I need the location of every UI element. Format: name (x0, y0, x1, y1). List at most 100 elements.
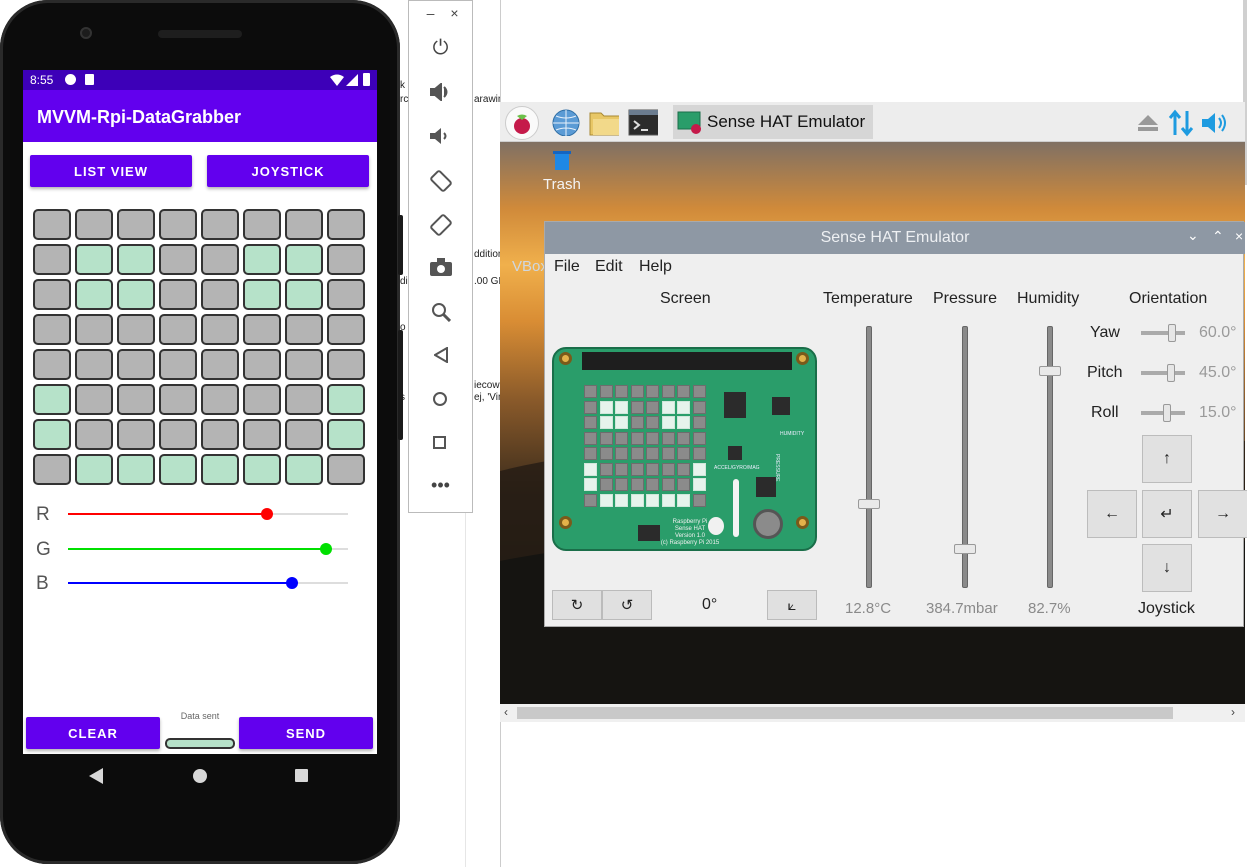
file-manager-icon[interactable] (589, 108, 619, 136)
scroll-right-icon[interactable]: › (1231, 705, 1235, 719)
sense-hat-title-bar[interactable]: Sense HAT Emulator ⌄ ⌃ × (545, 222, 1245, 254)
led-cell[interactable] (201, 279, 239, 310)
led-cell[interactable] (33, 384, 71, 415)
taskbar-sense-hat-window[interactable]: Sense HAT Emulator (673, 105, 873, 139)
window-maximize-icon[interactable]: ⌃ (1212, 228, 1224, 245)
pitch-slider[interactable] (1141, 362, 1189, 384)
led-cell[interactable] (285, 279, 323, 310)
led-cell[interactable] (117, 314, 155, 345)
orientation-thumb[interactable] (1168, 324, 1177, 342)
eject-icon[interactable] (1138, 115, 1158, 131)
yaw-slider[interactable] (1141, 322, 1189, 344)
rotate-clockwise-button[interactable]: ↻ (552, 590, 602, 620)
vertical-thumb[interactable] (1039, 366, 1061, 376)
led-cell[interactable] (201, 454, 239, 485)
window-close-icon[interactable]: × (1235, 228, 1243, 244)
recents-nav-icon[interactable] (295, 769, 308, 782)
slider-thumb[interactable] (286, 577, 298, 589)
roll-slider[interactable] (1141, 402, 1189, 424)
humidity-slider[interactable] (1039, 326, 1061, 588)
volume-hardware-button[interactable] (398, 330, 403, 440)
joystick-button[interactable]: JOYSTICK (207, 155, 369, 187)
slider-thumb[interactable] (260, 508, 273, 520)
led-cell[interactable] (201, 419, 239, 450)
network-icon[interactable] (1168, 109, 1194, 137)
temperature-slider[interactable] (858, 326, 880, 588)
led-cell[interactable] (159, 419, 197, 450)
rotate-counterclockwise-button[interactable]: ↺ (602, 590, 652, 620)
led-cell[interactable] (159, 244, 197, 275)
led-cell[interactable] (201, 349, 239, 380)
led-cell[interactable] (75, 349, 113, 380)
joystick-enter-button[interactable]: ↵ (1142, 490, 1192, 538)
led-cell[interactable] (243, 419, 281, 450)
joystick-left-button[interactable]: ← (1087, 490, 1137, 538)
clear-button[interactable]: CLEAR (26, 717, 160, 749)
led-cell[interactable] (243, 384, 281, 415)
rotate-left-icon[interactable] (429, 169, 453, 193)
web-browser-icon[interactable] (551, 108, 581, 136)
led-cell[interactable] (159, 314, 197, 345)
horizontal-scrollbar[interactable]: ‹ › (500, 704, 1245, 722)
power-hardware-button[interactable] (398, 215, 403, 275)
power-icon[interactable]: ⏻ (409, 37, 472, 60)
led-cell[interactable] (327, 384, 365, 415)
led-cell[interactable] (285, 314, 323, 345)
led-cell[interactable] (33, 314, 71, 345)
led-cell[interactable] (243, 349, 281, 380)
led-cell[interactable] (327, 314, 365, 345)
led-cell[interactable] (75, 279, 113, 310)
volume-down-icon[interactable] (430, 127, 452, 145)
led-cell[interactable] (75, 244, 113, 275)
led-cell[interactable] (243, 209, 281, 240)
list-view-button[interactable]: LIST VIEW (30, 155, 192, 187)
slider-thumb[interactable] (319, 542, 332, 555)
led-cell[interactable] (117, 209, 155, 240)
led-cell[interactable] (285, 349, 323, 380)
led-cell[interactable] (117, 244, 155, 275)
led-cell[interactable] (201, 314, 239, 345)
back-nav-icon[interactable] (89, 768, 103, 784)
led-cell[interactable] (243, 279, 281, 310)
raspberry-menu-icon[interactable] (505, 106, 539, 140)
rotate-right-icon[interactable] (429, 213, 453, 237)
led-cell[interactable] (117, 454, 155, 485)
led-cell[interactable] (285, 244, 323, 275)
speaker-icon[interactable] (1202, 112, 1230, 134)
close-icon[interactable]: × (423, 5, 486, 21)
joystick-up-button[interactable]: ↑ (1142, 435, 1192, 483)
led-cell[interactable] (117, 384, 155, 415)
orientation-thumb[interactable] (1162, 404, 1171, 422)
led-cell[interactable] (285, 454, 323, 485)
home-nav-icon[interactable] (193, 769, 207, 783)
home-icon[interactable] (433, 392, 447, 406)
menu-help[interactable]: Help (639, 258, 672, 276)
led-cell[interactable] (201, 244, 239, 275)
led-cell[interactable] (75, 454, 113, 485)
led-cell[interactable] (33, 244, 71, 275)
window-minimize-icon[interactable]: ⌄ (1187, 227, 1199, 244)
led-cell[interactable] (327, 454, 365, 485)
zoom-icon[interactable] (431, 302, 451, 322)
led-cell[interactable] (117, 279, 155, 310)
led-cell[interactable] (75, 314, 113, 345)
menu-file[interactable]: File (554, 258, 580, 276)
led-cell[interactable] (327, 419, 365, 450)
scroll-thumb[interactable] (517, 707, 1173, 719)
led-cell[interactable] (117, 419, 155, 450)
scroll-left-icon[interactable]: ‹ (504, 705, 508, 719)
back-icon[interactable] (434, 347, 448, 363)
led-cell[interactable] (159, 384, 197, 415)
led-cell[interactable] (159, 209, 197, 240)
led-cell[interactable] (243, 454, 281, 485)
led-cell[interactable] (243, 314, 281, 345)
trash-icon[interactable] (553, 150, 571, 170)
led-cell[interactable] (33, 279, 71, 310)
led-cell[interactable] (285, 209, 323, 240)
led-cell[interactable] (33, 454, 71, 485)
led-cell[interactable] (201, 209, 239, 240)
pressure-slider[interactable] (954, 326, 976, 588)
led-cell[interactable] (243, 244, 281, 275)
vertical-thumb[interactable] (954, 543, 976, 554)
led-cell[interactable] (159, 279, 197, 310)
